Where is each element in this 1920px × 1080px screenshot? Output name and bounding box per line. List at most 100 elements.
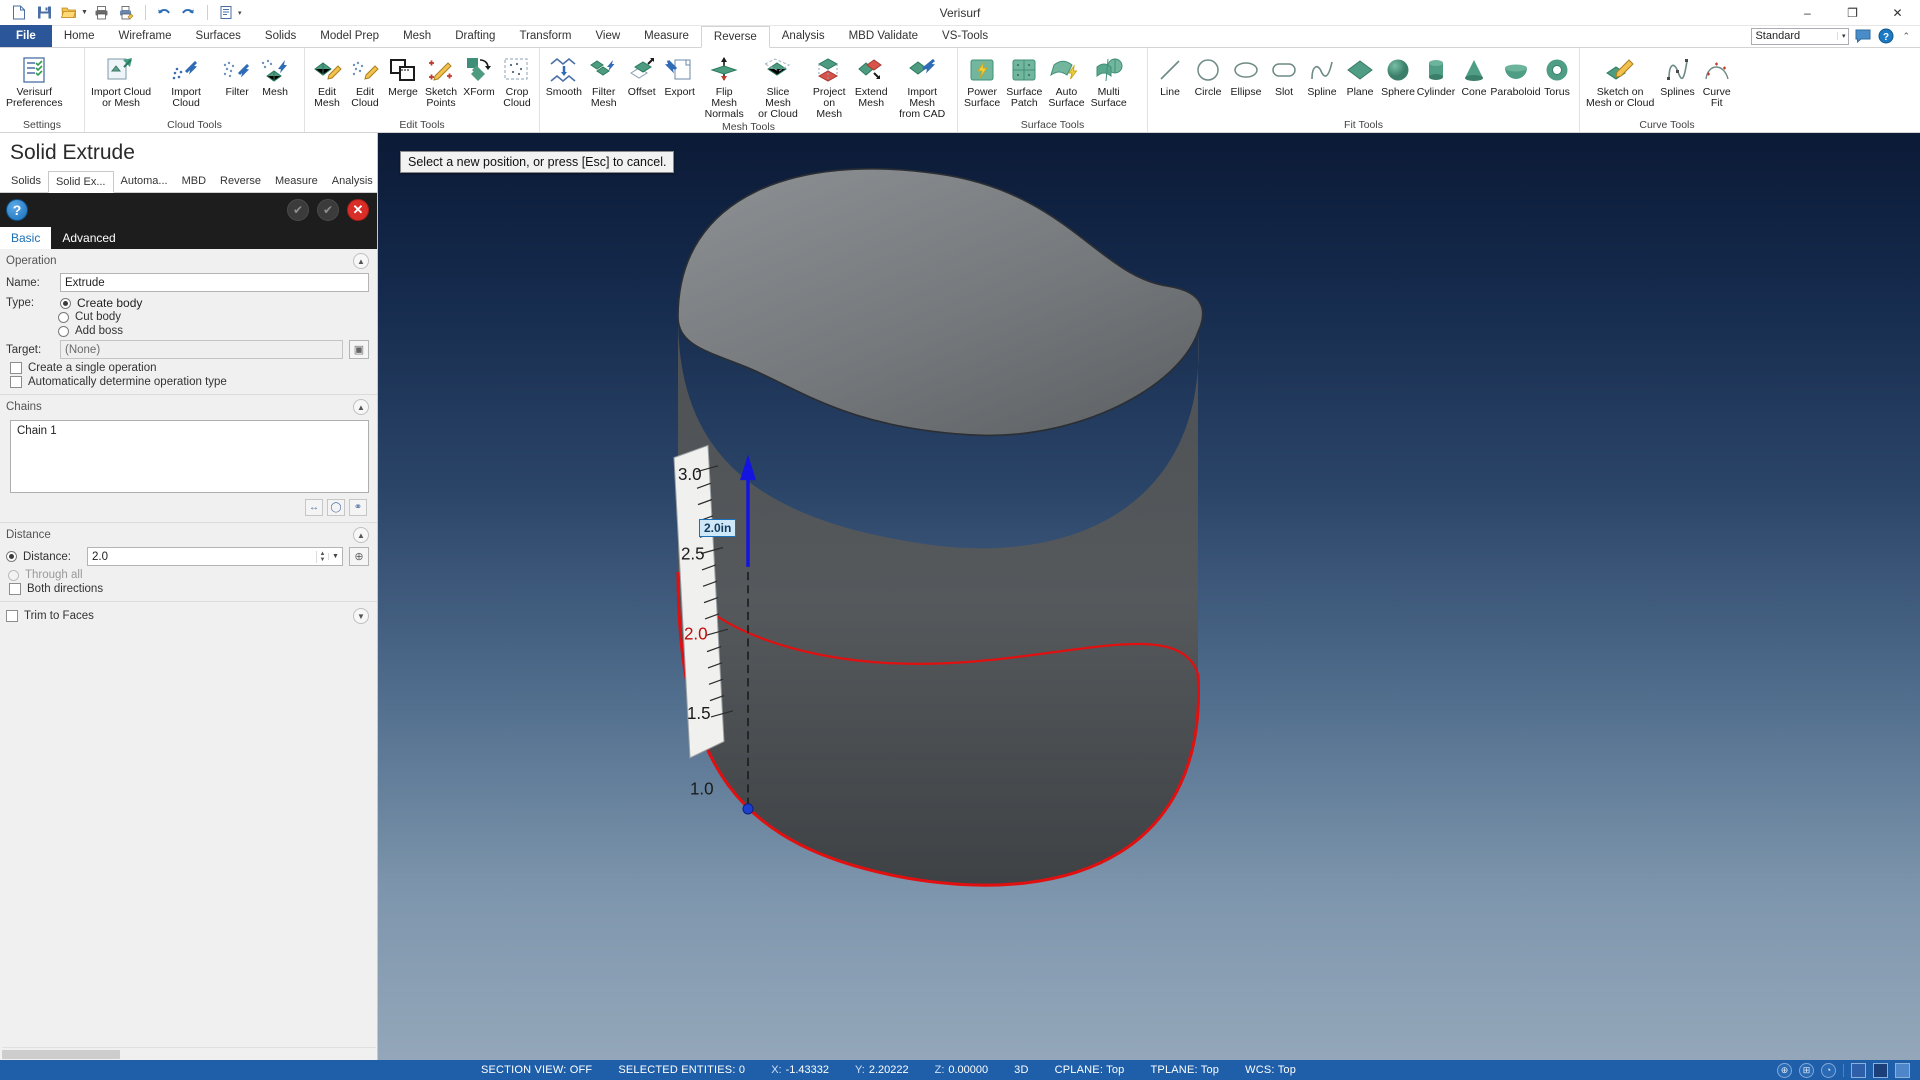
target-pick-button[interactable]: ▣	[349, 340, 369, 359]
maximize-button[interactable]: ❐	[1830, 0, 1875, 26]
cancel-button[interactable]: ✕	[347, 199, 369, 221]
tab-mesh[interactable]: Mesh	[391, 25, 443, 47]
globe-icon[interactable]: ⊕	[1776, 1062, 1792, 1078]
distance-input[interactable]: 2.0 ▲ ▼ ▼	[87, 547, 343, 566]
ribbon-button-power-surface[interactable]: Power Surface	[961, 52, 1003, 109]
minimize-button[interactable]: –	[1785, 0, 1830, 26]
dimension-label[interactable]: 2.0in	[699, 519, 737, 537]
ribbon-button-filter[interactable]: Filter	[218, 52, 256, 98]
scrollbar-thumb[interactable]	[2, 1050, 120, 1059]
chevron-up-icon[interactable]: ▲	[353, 253, 369, 269]
panel-horizontal-scrollbar[interactable]	[2, 1047, 376, 1060]
ribbon-button-paraboloid[interactable]: Paraboloid	[1490, 52, 1541, 98]
report-icon[interactable]	[215, 3, 237, 23]
undo-icon[interactable]	[153, 3, 175, 23]
list-item[interactable]: Chain 1	[17, 425, 362, 437]
ribbon-button-line[interactable]: Line	[1151, 52, 1189, 98]
tab-surfaces[interactable]: Surfaces	[184, 25, 253, 47]
measure-distance-button[interactable]: ⊕	[349, 547, 369, 566]
chevron-up-icon[interactable]: ▲	[353, 399, 369, 415]
chevron-up-icon[interactable]: ▲	[353, 527, 369, 543]
color-swatch-dark[interactable]	[1872, 1062, 1888, 1078]
ribbon-button-filter-mesh[interactable]: Filter Mesh	[585, 52, 623, 109]
status-section-view[interactable]: SECTION VIEW: OFF	[481, 1064, 592, 1076]
chains-list[interactable]: Chain 1	[10, 420, 369, 493]
checkbox-auto-determine-operation-type[interactable]	[10, 376, 22, 388]
ribbon-button-merge[interactable]: Merge	[384, 52, 422, 98]
tab-vs-tools[interactable]: VS-Tools	[930, 25, 1000, 47]
ribbon-button-verisurf-preferences[interactable]: Verisurf Preferences	[3, 52, 66, 109]
tab-advanced[interactable]: Advanced	[51, 227, 126, 249]
status-wcs[interactable]: WCS: Top	[1245, 1064, 1296, 1076]
open-folder-icon[interactable]	[58, 3, 80, 23]
tab-analysis[interactable]: Analysis	[770, 25, 837, 47]
3d-viewport[interactable]: 3.0 2.5 2.0 1.5 1.0 Select a new positio…	[378, 133, 1920, 1060]
edit-chain-button[interactable]: ◯	[327, 499, 345, 516]
ribbon-button-multi-surface[interactable]: Multi Surface	[1088, 52, 1130, 109]
ribbon-button-flip-mesh-normals[interactable]: Flip Mesh Normals	[699, 52, 750, 120]
target-input[interactable]: (None)	[60, 340, 343, 359]
panel-tab-measure[interactable]: Measure	[268, 170, 325, 192]
tab-transform[interactable]: Transform	[507, 25, 583, 47]
ribbon-button-cone[interactable]: Cone	[1455, 52, 1493, 98]
radio-create-body[interactable]	[60, 297, 71, 309]
panel-tab-solid-extrude[interactable]: Solid Ex...	[47, 171, 114, 193]
status-cplane[interactable]: CPLANE: Top	[1055, 1064, 1125, 1076]
ribbon-button-cylinder[interactable]: Cylinder	[1417, 52, 1455, 98]
color-swatch-blue[interactable]	[1850, 1062, 1866, 1078]
panel-tab-automation[interactable]: Automa...	[114, 170, 175, 192]
radio-through-all[interactable]	[8, 569, 19, 581]
section-header-trim-to-faces[interactable]: Trim to Faces ▼	[0, 601, 377, 626]
ribbon-button-torus[interactable]: Torus	[1538, 52, 1576, 98]
style-selector[interactable]: Standard ▾	[1751, 27, 1850, 45]
close-button[interactable]: ✕	[1875, 0, 1920, 26]
status-view-mode[interactable]: 3D	[1014, 1064, 1028, 1076]
ribbon-button-slot[interactable]: Slot	[1265, 52, 1303, 98]
tab-measure[interactable]: Measure	[632, 25, 701, 47]
ribbon-button-mesh[interactable]: Mesh	[256, 52, 294, 98]
ribbon-button-import-cloud-or-mesh[interactable]: Import Cloud or Mesh	[88, 52, 154, 109]
ribbon-button-xform[interactable]: XForm	[460, 52, 498, 98]
print-preview-icon[interactable]	[116, 3, 138, 23]
ribbon-button-import-cloud[interactable]: Import Cloud	[154, 52, 218, 109]
color-swatch-light[interactable]	[1894, 1062, 1910, 1078]
checkbox-both-directions[interactable]	[9, 583, 21, 595]
section-header-distance[interactable]: Distance ▲	[0, 522, 377, 545]
open-dropdown-caret[interactable]: ▼	[81, 9, 88, 16]
chevron-down-icon[interactable]: ▼	[328, 553, 342, 560]
tab-file[interactable]: File	[0, 25, 52, 47]
name-input[interactable]: Extrude	[60, 273, 369, 292]
ribbon-button-edit-cloud[interactable]: Edit Cloud	[346, 52, 384, 109]
radio-add-boss[interactable]	[58, 325, 69, 337]
ribbon-button-circle[interactable]: Circle	[1189, 52, 1227, 98]
ribbon-button-sketch-points[interactable]: Sketch Points	[422, 52, 460, 109]
ribbon-button-import-mesh-from-cad[interactable]: Import Mesh from CAD	[890, 52, 954, 120]
tab-reverse[interactable]: Reverse	[700, 26, 770, 48]
reverse-chain-button[interactable]: ↔	[305, 499, 323, 516]
help-icon[interactable]: ?	[1877, 27, 1895, 45]
view-icon[interactable]: ◔	[1820, 1062, 1836, 1078]
link-chain-button[interactable]: ⚭	[349, 499, 367, 516]
panel-tab-reverse[interactable]: Reverse	[213, 170, 268, 192]
ribbon-button-slice-mesh-or-cloud[interactable]: Slice Mesh or Cloud	[750, 52, 807, 120]
radio-distance[interactable]	[6, 551, 17, 562]
help-icon[interactable]: ?	[6, 199, 28, 221]
checkbox-create-single-operation[interactable]	[10, 362, 22, 374]
tab-solids[interactable]: Solids	[253, 25, 308, 47]
customize-qat-icon[interactable]: ▾	[238, 9, 242, 17]
ribbon-button-auto-surface[interactable]: Auto Surface	[1045, 52, 1087, 109]
grid-icon[interactable]: ⊞	[1798, 1062, 1814, 1078]
print-icon[interactable]	[91, 3, 113, 23]
collapse-ribbon-icon[interactable]: ⌃	[1900, 31, 1912, 42]
ribbon-button-crop-cloud[interactable]: Crop Cloud	[498, 52, 536, 109]
ribbon-button-edit-mesh[interactable]: Edit Mesh	[308, 52, 346, 109]
ribbon-button-project-on-mesh[interactable]: Project on Mesh	[806, 52, 852, 120]
panel-tab-mbd[interactable]: MBD	[175, 170, 213, 192]
radio-cut-body[interactable]	[58, 311, 69, 323]
tab-mbd-validate[interactable]: MBD Validate	[837, 25, 930, 47]
panel-tab-solids[interactable]: Solids	[4, 170, 48, 192]
tab-wireframe[interactable]: Wireframe	[107, 25, 184, 47]
panel-tab-analysis[interactable]: Analysis	[325, 170, 380, 192]
ribbon-button-extend-mesh[interactable]: Extend Mesh	[852, 52, 890, 109]
ribbon-button-curve-fit[interactable]: Curve Fit	[1698, 52, 1736, 109]
